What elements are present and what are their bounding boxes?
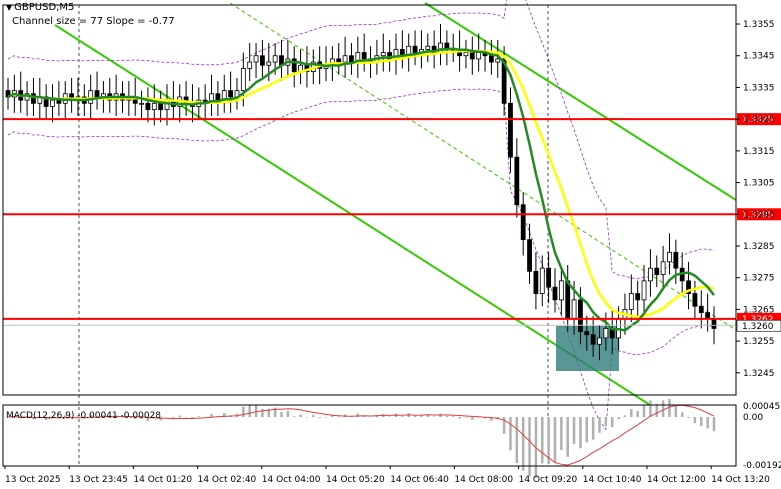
y-tick-label: 1.3285 xyxy=(743,242,775,252)
x-tick-label: 14 Oct 06:40 xyxy=(390,475,449,485)
candle-body xyxy=(514,156,520,206)
candle-body xyxy=(228,90,234,98)
y-tick-label: 1.3325 xyxy=(743,115,775,125)
candle-body xyxy=(476,52,482,60)
candle-body xyxy=(539,267,545,294)
x-tick-label: 14 Oct 04:00 xyxy=(262,475,321,485)
candle-body xyxy=(590,334,596,345)
candle-body xyxy=(527,239,532,272)
candle-body xyxy=(558,280,564,301)
candle-body xyxy=(88,90,94,104)
candle-body xyxy=(158,102,164,111)
candle-body xyxy=(361,52,367,60)
yellow-moving-average xyxy=(7,49,715,319)
candle-body xyxy=(647,267,653,282)
candle-body xyxy=(571,299,577,320)
candle-body xyxy=(546,267,552,288)
x-tick-label: 14 Oct 09:20 xyxy=(519,475,578,485)
candle-body xyxy=(698,305,704,313)
candle-body xyxy=(673,251,679,269)
candle-body xyxy=(667,251,672,263)
macd-y-tick-label: 0.00 xyxy=(743,413,763,423)
candle-body xyxy=(463,52,469,57)
candle-body xyxy=(603,328,609,339)
candle-body xyxy=(635,293,641,301)
candle-body xyxy=(260,55,265,66)
candle-body xyxy=(533,270,539,294)
y-tick-label: 1.3355 xyxy=(743,20,775,30)
dropdown-triangle-icon[interactable]: ▼ xyxy=(6,3,12,12)
candle-body xyxy=(597,337,602,345)
candle-body xyxy=(508,102,513,158)
x-tick-label: 14 Oct 01:20 xyxy=(133,475,192,485)
x-tick-label: 14 Oct 10:40 xyxy=(583,475,642,485)
candle-body xyxy=(380,52,386,57)
symbol-text: GBPUSD,M5 xyxy=(14,2,75,13)
x-tick-label: 14 Oct 12:00 xyxy=(647,475,706,485)
macd-y-tick-label: 0.00045 xyxy=(743,402,780,412)
x-tick-label: 13 Oct 2025 xyxy=(5,475,61,485)
candle-body xyxy=(94,90,100,98)
candle-body xyxy=(469,52,475,60)
candle-body xyxy=(240,68,246,92)
moving-averages xyxy=(7,47,715,332)
candle-body xyxy=(584,331,590,336)
symbol-title: ▼ GBPUSD,M5 xyxy=(6,2,74,13)
candle-body xyxy=(336,58,342,63)
x-tick-label: 14 Oct 02:40 xyxy=(198,475,257,485)
candle-body xyxy=(654,267,660,275)
candle-body xyxy=(31,93,36,104)
horizontal-levels: 1.33251.32951.32621.3260 xyxy=(3,113,781,332)
y-tick-label: 1.3255 xyxy=(743,337,775,347)
candles xyxy=(5,24,717,361)
candle-body xyxy=(628,293,634,310)
candle-body xyxy=(272,55,278,63)
candle-body xyxy=(215,93,221,101)
candle-body xyxy=(139,102,144,105)
candle-body xyxy=(641,280,647,301)
y-tick-label: 1.3265 xyxy=(743,305,775,315)
candle-body xyxy=(151,102,157,111)
y-tick-label: 1.3295 xyxy=(743,210,775,220)
candle-body xyxy=(520,204,526,241)
candle-body xyxy=(488,55,494,63)
y-tick-label: 1.3345 xyxy=(743,52,775,62)
candle-body xyxy=(50,99,55,107)
y-tick-label: 1.3275 xyxy=(743,274,775,284)
candle-body xyxy=(552,286,558,301)
y-tick-label: 1.3305 xyxy=(743,179,775,189)
candle-body xyxy=(660,261,666,275)
candle-body xyxy=(578,299,583,332)
x-tick-label: 14 Oct 13:20 xyxy=(711,475,770,485)
candle-body xyxy=(711,318,717,329)
candle-body xyxy=(342,55,348,63)
x-tick-label: 14 Oct 05:20 xyxy=(326,475,385,485)
x-tick-label: 13 Oct 23:45 xyxy=(69,475,128,485)
y-tick-label: 1.3245 xyxy=(743,369,775,379)
candle-body xyxy=(349,55,354,63)
candle-body xyxy=(412,45,418,53)
macd-y-tick-label: -0.00192 xyxy=(743,461,781,471)
x-tick-label: 14 Oct 08:00 xyxy=(454,475,513,485)
macd-title: MACD(12,26,9) -0.00041 -0.00028 xyxy=(6,411,162,421)
upper-band xyxy=(7,0,715,280)
channel-upper-line xyxy=(424,2,737,201)
candle-body xyxy=(425,45,431,50)
channel-info: Channel size = 77 Slope = -0.77 xyxy=(12,16,175,27)
candle-body xyxy=(692,293,698,307)
candle-body xyxy=(247,61,253,69)
candle-body xyxy=(266,61,272,66)
candle-body xyxy=(253,55,259,63)
candle-body xyxy=(495,58,501,63)
y-tick-label: 1.3335 xyxy=(743,83,775,93)
candle-body xyxy=(565,280,571,320)
green-moving-average xyxy=(7,47,715,332)
candle-body xyxy=(145,102,151,111)
y-tick-label: 1.3315 xyxy=(743,147,775,157)
bid-label: 1.3260 xyxy=(742,322,774,332)
